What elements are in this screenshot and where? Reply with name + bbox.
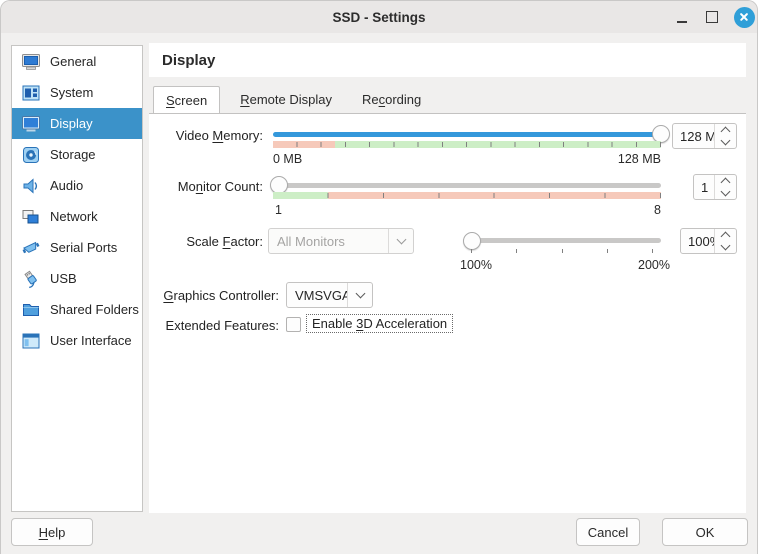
graphics-controller-value: VMSVGA	[287, 283, 347, 307]
network-icon	[21, 207, 41, 227]
sidebar-item-label: Shared Folders	[50, 302, 139, 317]
monitor-count-scale	[273, 192, 661, 199]
sidebar-item-system[interactable]: System	[12, 77, 142, 108]
scale-factor-spin-down[interactable]	[715, 241, 736, 253]
sidebar-item-label: Serial Ports	[50, 240, 117, 255]
sidebar-item-serial-ports[interactable]: Serial Ports	[12, 232, 142, 263]
dropdown-button[interactable]	[347, 283, 372, 307]
graphics-controller-label: Graphics Controller:	[149, 288, 279, 303]
page-title: Display	[162, 52, 215, 69]
close-icon	[734, 7, 755, 28]
monitor-count-label: Monitor Count:	[149, 179, 263, 194]
graphics-controller-dropdown[interactable]: VMSVGA	[286, 282, 373, 308]
sidebar-item-label: Storage	[50, 147, 96, 162]
maximize-button[interactable]	[699, 1, 725, 33]
monitor-count-max-label: 8	[561, 203, 661, 217]
video-memory-max-label: 128 MB	[561, 152, 661, 166]
monitor-count-slider[interactable]	[273, 183, 661, 188]
sidebar-item-audio[interactable]: Audio	[12, 170, 142, 201]
tab-remote-display[interactable]: Remote Display	[230, 86, 342, 113]
cancel-button[interactable]: Cancel	[576, 518, 640, 546]
scale-factor-spinbox[interactable]: 100%	[680, 228, 737, 254]
window-title: SSD - Settings	[1, 1, 757, 33]
video-memory-value[interactable]: 128 MB	[673, 124, 714, 148]
general-icon	[21, 52, 41, 72]
sidebar-item-label: Audio	[50, 178, 83, 193]
sidebar-item-storage[interactable]: Storage	[12, 139, 142, 170]
shared-folders-icon	[21, 300, 41, 320]
display-icon	[21, 114, 41, 134]
scale-factor-value[interactable]: 100%	[681, 229, 714, 253]
dropdown-button[interactable]	[388, 229, 413, 253]
sidebar-item-label: Network	[50, 209, 98, 224]
audio-icon	[21, 176, 41, 196]
scale-factor-min-label: 100%	[460, 258, 492, 272]
ok-button[interactable]: OK	[662, 518, 748, 546]
sidebar-item-label: User Interface	[50, 333, 132, 348]
scale-factor-ticks	[471, 249, 653, 253]
usb-icon	[21, 269, 41, 289]
sidebar-item-shared-folders[interactable]: Shared Folders	[12, 294, 142, 325]
enable-3d-acceleration-checkbox[interactable]	[286, 317, 301, 332]
serial-ports-icon	[21, 238, 41, 258]
minimize-icon	[677, 21, 687, 23]
system-icon	[21, 83, 41, 103]
scale-factor-slider-handle[interactable]	[463, 232, 481, 250]
monitor-count-value[interactable]: 1	[694, 175, 714, 199]
sidebar-item-usb[interactable]: USB	[12, 263, 142, 294]
help-button[interactable]: Help	[11, 518, 93, 546]
monitor-count-spinbox[interactable]: 1	[693, 174, 737, 200]
scale-factor-spin-up[interactable]	[715, 229, 736, 241]
sidebar-item-network[interactable]: Network	[12, 201, 142, 232]
sidebar-item-user-interface[interactable]: User Interface	[12, 325, 142, 356]
chevron-down-icon	[721, 136, 731, 146]
settings-category-list: General System Display	[11, 45, 143, 512]
video-memory-slider[interactable]	[273, 132, 661, 137]
monitor-count-spin-down[interactable]	[715, 187, 736, 199]
scale-factor-max-label: 200%	[624, 258, 684, 272]
sidebar-item-label: Display	[50, 116, 93, 131]
tab-recording[interactable]: Recording	[352, 86, 431, 113]
sidebar-item-label: System	[50, 85, 93, 100]
scale-factor-monitor-value: All Monitors	[269, 229, 388, 253]
chevron-down-icon	[355, 289, 365, 299]
enable-3d-acceleration-checkbox-label[interactable]: Enable 3D Acceleration	[306, 314, 453, 333]
video-memory-spinbox[interactable]: 128 MB	[672, 123, 737, 149]
settings-dialog: SSD - Settings General	[0, 0, 758, 554]
extended-features-label: Extended Features:	[149, 318, 279, 333]
chevron-down-icon	[721, 241, 731, 251]
monitor-count-min-label: 1	[275, 203, 282, 217]
video-memory-spin-down[interactable]	[715, 136, 736, 148]
sidebar-item-label: General	[50, 54, 96, 69]
sidebar-item-display[interactable]: Display	[12, 108, 142, 139]
chevron-down-icon	[396, 235, 406, 245]
monitor-count-spin-up[interactable]	[715, 175, 736, 187]
close-button[interactable]	[729, 1, 758, 33]
user-interface-icon	[21, 331, 41, 351]
sidebar-item-label: USB	[50, 271, 77, 286]
page-header: Display	[149, 43, 746, 77]
minimize-button[interactable]	[669, 1, 695, 33]
titlebar[interactable]: SSD - Settings	[1, 1, 757, 33]
video-memory-spin-up[interactable]	[715, 124, 736, 136]
maximize-icon	[706, 11, 718, 23]
sidebar-item-general[interactable]: General	[12, 46, 142, 77]
tab-screen[interactable]: Screen	[153, 86, 220, 113]
display-tabs: Screen Remote Display Recording	[149, 86, 746, 113]
video-memory-min-label: 0 MB	[273, 152, 302, 166]
screen-tab-panel: Video Memory: 0 MB 128 MB 128 MB Monitor…	[149, 113, 746, 513]
scale-factor-slider[interactable]	[463, 238, 661, 243]
video-memory-scale	[273, 141, 661, 148]
storage-icon	[21, 145, 41, 165]
scale-factor-monitor-dropdown[interactable]: All Monitors	[268, 228, 414, 254]
chevron-down-icon	[721, 187, 731, 197]
video-memory-label: Video Memory:	[149, 128, 263, 143]
scale-factor-label: Scale Factor:	[149, 234, 263, 249]
